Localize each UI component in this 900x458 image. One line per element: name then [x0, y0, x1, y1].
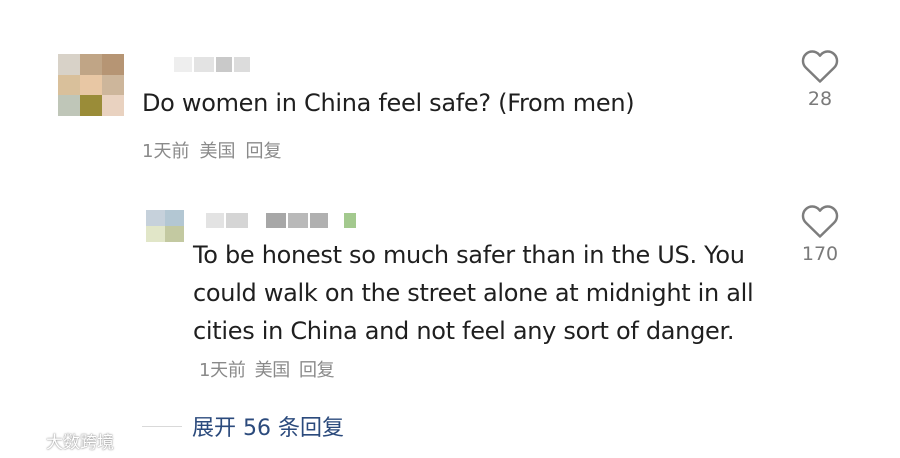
reply-button[interactable]: 回复 [245, 137, 281, 163]
like-button[interactable]: 170 [790, 203, 850, 265]
heart-outline-icon [801, 205, 839, 238]
avatar-pixel [165, 210, 184, 226]
heart-outline-icon [801, 50, 839, 83]
comment-location: 美国 [199, 141, 236, 162]
avatar-pixel [58, 54, 80, 75]
avatar-pixel [146, 210, 165, 226]
username-block [310, 213, 328, 228]
avatar-pixel [102, 74, 124, 96]
username-block [226, 213, 248, 228]
username-block [266, 213, 286, 228]
comment-text: Do women in China feel safe? (From men) [142, 89, 635, 117]
username-block [174, 57, 192, 72]
username-block [194, 57, 214, 72]
username-block [216, 57, 232, 72]
username-block [206, 213, 224, 228]
comment-meta: 1天前 美国 回复 [199, 352, 335, 390]
avatar-pixel [80, 95, 102, 116]
watermark-text: 大数跨境 [46, 433, 114, 453]
username-block [344, 213, 356, 228]
expand-replies-button[interactable]: 展开 56 条回复 [142, 410, 344, 442]
avatar-pixel [165, 226, 184, 242]
username-block [288, 213, 308, 228]
username-block [234, 57, 250, 72]
comment-text: To be honest so much safer than in the U… [193, 236, 793, 390]
expand-replies-label: 展开 56 条回复 [192, 416, 344, 441]
divider [142, 425, 182, 427]
avatar-pixel [58, 74, 80, 96]
comment-time: 1天前 [199, 360, 246, 381]
avatar-pixel [80, 74, 102, 96]
like-button[interactable]: 28 [790, 48, 850, 110]
avatar[interactable] [146, 210, 184, 242]
reply-button[interactable]: 回复 [299, 352, 335, 390]
username-blurred[interactable] [206, 213, 356, 228]
chat-bubbles-icon [8, 432, 41, 449]
avatar[interactable] [58, 54, 124, 116]
avatar-pixel [80, 54, 102, 75]
watermark: 大数跨境 [6, 428, 114, 453]
comment-location: 美国 [254, 360, 291, 381]
like-count: 170 [801, 243, 839, 265]
comment-meta: 1天前 美国 回复 [142, 137, 281, 163]
comment-body: To be honest so much safer than in the U… [193, 241, 754, 345]
like-count: 28 [807, 88, 833, 110]
avatar-pixel [102, 95, 124, 116]
avatar-pixel [146, 226, 165, 242]
avatar-pixel [58, 95, 80, 116]
username-blurred[interactable] [174, 57, 250, 72]
comment-time: 1天前 [142, 141, 190, 162]
avatar-pixel [102, 54, 124, 75]
